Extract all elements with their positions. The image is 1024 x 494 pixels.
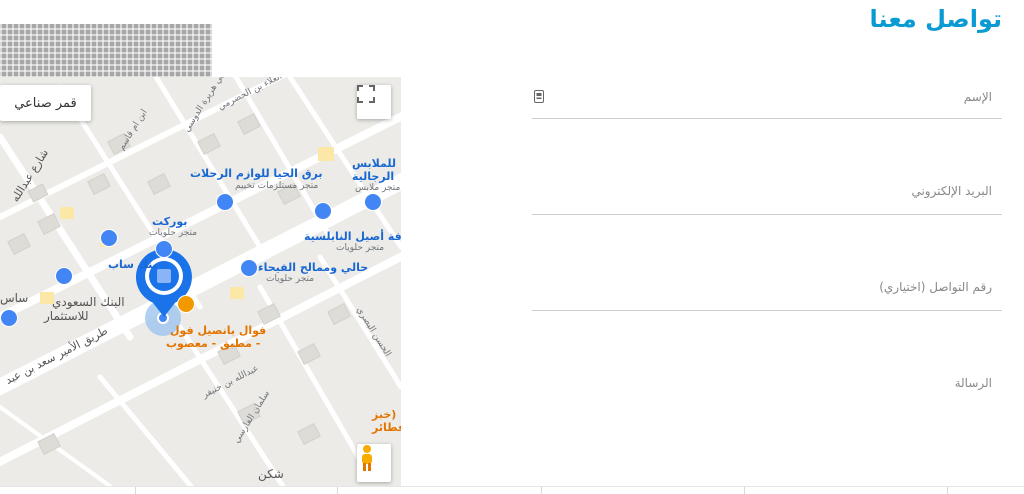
shopping-poi-icon[interactable] [155, 240, 173, 258]
map-label-place2: (خبز [372, 408, 397, 421]
map-label-store2b: الرجالية [352, 170, 395, 183]
fullscreen-icon [357, 85, 375, 103]
name-field[interactable]: الإسم [532, 78, 1002, 119]
map-label-place1: شكن [258, 467, 284, 481]
map-label-sweets1-sub: متجر حلويات [149, 228, 198, 238]
shopping-poi-icon[interactable] [240, 259, 258, 277]
message-field[interactable]: الرسالة [532, 328, 1002, 478]
street-view-button[interactable] [357, 444, 391, 482]
pegman-icon [362, 445, 372, 471]
satellite-toggle-button[interactable]: قمر صناعي [0, 85, 91, 121]
footer-tick [541, 487, 542, 494]
footer-tick [135, 487, 136, 494]
map-label-sweets3: حالي وممالح الفيحاء [258, 261, 369, 274]
email-field[interactable]: البريد الإلكتروني [532, 138, 1002, 215]
map-label-store1-sub: متجر مستلزمات تخييم [235, 181, 319, 191]
phone-placeholder: رقم التواصل (اختياري) [879, 280, 992, 294]
page-title: تواصل معنا [869, 5, 1002, 33]
footer-divider [0, 486, 1024, 487]
map-label-sweets2-sub: متجر حلويات [336, 243, 385, 253]
map-label-bank2b: للاستثمار [44, 309, 89, 323]
restaurant-poi-icon[interactable] [177, 295, 195, 313]
bank-poi-icon[interactable] [100, 229, 118, 247]
message-placeholder: الرسالة [954, 376, 992, 390]
email-placeholder: البريد الإلكتروني [911, 184, 992, 198]
contact-card-icon [534, 90, 544, 103]
map-label-sweets3-sub: متجر حلويات [266, 274, 315, 284]
map-label-store1: برق الحيا للوازم الرحلات [190, 167, 323, 180]
map-label-place3: ساس [0, 291, 29, 305]
gas-station-poi-icon[interactable] [0, 309, 18, 327]
map-label-sweets1: بوركت [152, 215, 188, 228]
map-embed[interactable]: قمر صناعي برق الحيا للوازم الرحلات متجر … [0, 77, 401, 486]
footer-tick [337, 487, 338, 494]
map-label-store2: للملابس [352, 157, 397, 170]
shopping-poi-icon[interactable] [216, 193, 234, 211]
shopping-poi-icon[interactable] [314, 202, 332, 220]
map-label-sweets2: افة أصيل النابلسية [304, 230, 401, 243]
fullscreen-button[interactable] [357, 85, 391, 119]
footer-tick [947, 487, 948, 494]
name-placeholder: الإسم [963, 90, 992, 104]
decorative-pattern [0, 24, 212, 78]
map-label-rest1b: - مطبق - معصوب [166, 337, 261, 350]
map-label-rest1: فوال بانصيل فول [170, 324, 267, 337]
map-label-bank2: البنك السعودي [52, 295, 125, 309]
footer-tick [744, 487, 745, 494]
map-label-place2b: -فطائر [372, 421, 401, 434]
map-label-store2-sub: متجر ملابس [355, 183, 401, 193]
shopping-poi-icon[interactable] [364, 193, 382, 211]
map-label-bank1: بنك ساب [108, 258, 157, 271]
bank-poi-icon[interactable] [55, 267, 73, 285]
phone-field[interactable]: رقم التواصل (اختياري) [532, 234, 1002, 311]
